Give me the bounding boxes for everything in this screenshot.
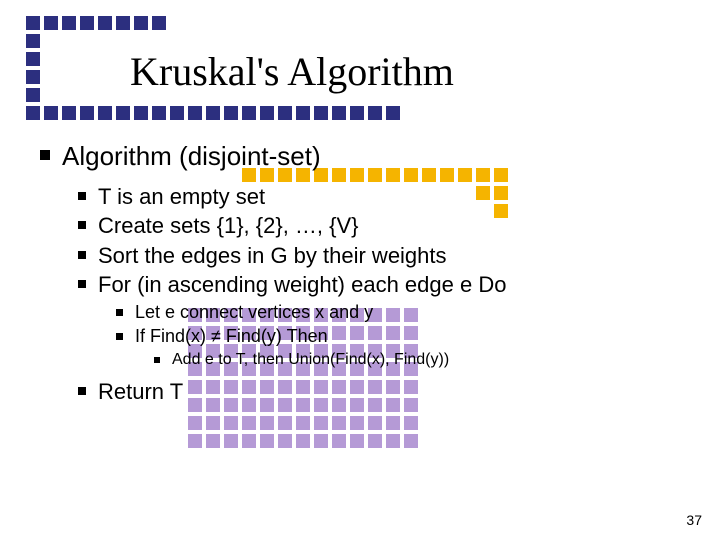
bullet-level1: Algorithm (disjoint-set) xyxy=(40,140,680,173)
slide: Kruskal's Algorithm Algorithm (disjoint-… xyxy=(0,0,720,540)
decor-squares-top xyxy=(26,16,166,30)
bullet-text: Let e connect vertices x and y xyxy=(135,301,680,324)
decor-squares-bottom xyxy=(26,106,400,120)
bullet-text: For (in ascending weight) each edge e Do xyxy=(98,271,680,299)
bullet-level2: T is an empty set xyxy=(78,183,680,211)
bullet-text: Create sets {1}, {2}, …, {V} xyxy=(98,212,680,240)
bullet-text: Algorithm (disjoint-set) xyxy=(62,140,680,173)
bullet-text: Add e to T, then Union(Find(x), Find(y)) xyxy=(172,350,680,370)
slide-title: Kruskal's Algorithm xyxy=(130,48,454,95)
slide-content: Algorithm (disjoint-set) T is an empty s… xyxy=(40,140,680,407)
bullet-level2: Create sets {1}, {2}, …, {V} xyxy=(78,212,680,240)
bullet-text: T is an empty set xyxy=(98,183,680,211)
bullet-text: Return T xyxy=(98,378,680,406)
bullet-level2: Return T xyxy=(78,378,680,406)
bullet-level4: Add e to T, then Union(Find(x), Find(y)) xyxy=(154,350,680,370)
bullet-level3: Let e connect vertices x and y xyxy=(116,301,680,324)
bullet-level2: Sort the edges in G by their weights xyxy=(78,242,680,270)
bullet-text: Sort the edges in G by their weights xyxy=(98,242,680,270)
bullet-level3: If Find(x) ≠ Find(y) Then xyxy=(116,325,680,348)
bullet-text: If Find(x) ≠ Find(y) Then xyxy=(135,325,680,348)
bullet-level2: For (in ascending weight) each edge e Do xyxy=(78,271,680,299)
slide-number: 37 xyxy=(686,512,702,528)
